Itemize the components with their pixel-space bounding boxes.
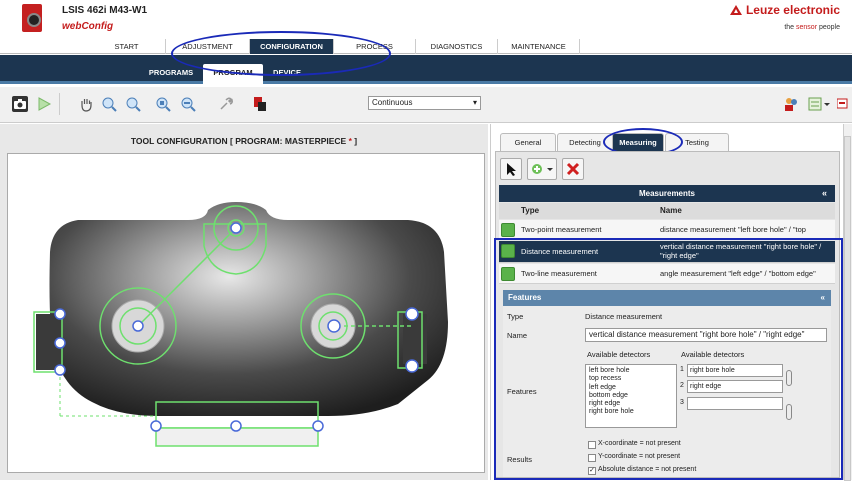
tab-maintenance[interactable]: MAINTENANCE (498, 39, 580, 54)
measurements-column-header: Type Name (499, 203, 835, 219)
measurements-header[interactable]: Measurements « (499, 185, 835, 202)
sensor-logo-icon (22, 4, 42, 32)
zoom-in-icon[interactable] (101, 96, 117, 112)
app-name: webConfig (62, 21, 114, 32)
zoom-reset-icon[interactable] (180, 96, 196, 112)
two-point-measurement-icon (501, 223, 515, 237)
select-tool-button[interactable] (500, 158, 522, 180)
tab-diagnostics[interactable]: DIAGNOSTICS (416, 39, 498, 54)
users-icon[interactable] (783, 96, 799, 112)
layout-icon[interactable] (808, 96, 832, 112)
tool-config-title: TOOL CONFIGURATION [ PROGRAM: MASTERPIEC… (130, 136, 358, 146)
collapse-icon[interactable]: « (822, 185, 827, 202)
tab-start[interactable]: START (88, 39, 166, 54)
program-transfer-icon[interactable] (252, 96, 268, 112)
camera-image-view[interactable] (7, 153, 485, 473)
brand-tagline: the sensor people (784, 24, 840, 31)
zoom-out-icon[interactable] (125, 96, 141, 112)
delete-measurement-button[interactable] (562, 158, 584, 180)
measurement-row[interactable]: Two-point measurement distance measureme… (499, 220, 835, 254)
leuze-triangle-icon (729, 5, 742, 15)
add-measurement-button[interactable] (527, 158, 557, 180)
scrollbar-thumb[interactable] (844, 136, 851, 481)
hand-icon[interactable] (78, 96, 94, 112)
product-title: LSIS 462i M43-W1 (62, 5, 148, 16)
flag-icon[interactable] (836, 96, 851, 112)
main-nav: START ADJUSTMENT CONFIGURATION PROCESS D… (0, 39, 852, 54)
sub-nav: PROGRAMS PROGRAM DEVICE (0, 55, 852, 84)
zoom-fit-icon[interactable] (155, 96, 171, 112)
camera-icon[interactable] (12, 96, 28, 112)
tab-general[interactable]: General (500, 133, 556, 151)
play-icon[interactable] (36, 96, 52, 112)
trigger-mode-select[interactable]: Continuous (368, 96, 481, 110)
wrench-icon[interactable] (218, 96, 234, 112)
brake-pad-image[interactable] (8, 154, 485, 473)
nav-highlight (171, 31, 391, 76)
selection-highlight (494, 238, 843, 480)
brand-logo: Leuze electronic (729, 3, 840, 17)
